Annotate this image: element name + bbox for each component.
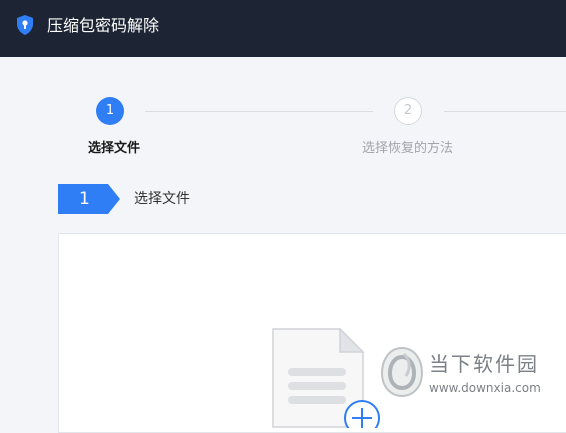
file-drop-zone[interactable] xyxy=(58,233,566,433)
watermark-logo-icon xyxy=(380,346,424,398)
step-connector xyxy=(145,111,373,112)
title-bar: 压缩包密码解除 xyxy=(0,0,566,57)
step-1-circle: 1 xyxy=(96,97,124,125)
watermark-name: 当下软件园 xyxy=(429,352,539,376)
section-number-badge: 1 xyxy=(58,184,120,214)
app-title: 压缩包密码解除 xyxy=(47,16,160,35)
shield-keyhole-icon xyxy=(17,15,33,35)
watermark: 当下软件园 www.downxia.com xyxy=(376,346,566,402)
step-2-label: 选择恢复的方法 xyxy=(362,141,454,156)
step-indicator: 1 2 选择文件 选择恢复的方法 xyxy=(0,57,566,177)
step-1-label: 选择文件 xyxy=(88,141,141,156)
step-2-circle: 2 xyxy=(394,97,422,125)
section-number: 1 xyxy=(79,189,90,209)
section-title: 选择文件 xyxy=(134,191,190,207)
document-add-icon[interactable] xyxy=(272,328,382,428)
watermark-url: www.downxia.com xyxy=(429,381,541,395)
step-connector xyxy=(444,111,566,112)
